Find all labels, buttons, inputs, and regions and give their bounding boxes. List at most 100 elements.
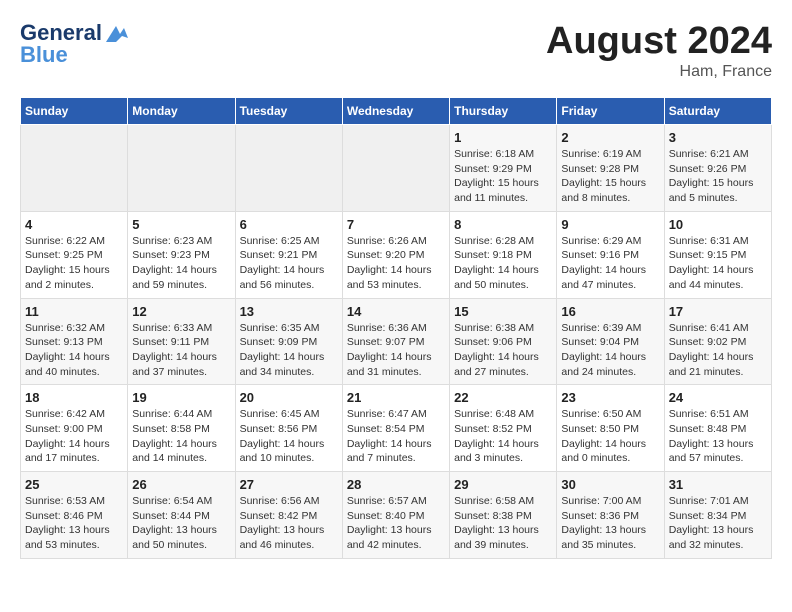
- day-info: Sunrise: 6:56 AM Sunset: 8:42 PM Dayligh…: [240, 494, 338, 553]
- day-number: 31: [669, 477, 767, 492]
- col-header-tuesday: Tuesday: [235, 98, 342, 125]
- calendar-cell: 18 Sunrise: 6:42 AM Sunset: 9:00 PM Dayli…: [21, 385, 128, 472]
- calendar-cell: 15 Sunrise: 6:38 AM Sunset: 9:06 PM Dayli…: [450, 298, 557, 385]
- day-info: Sunrise: 6:45 AM Sunset: 8:56 PM Dayligh…: [240, 407, 338, 466]
- calendar-cell: 27 Sunrise: 6:56 AM Sunset: 8:42 PM Dayli…: [235, 472, 342, 559]
- logo-blue: Blue: [20, 42, 68, 68]
- day-number: 16: [561, 304, 659, 319]
- calendar-cell: 23 Sunrise: 6:50 AM Sunset: 8:50 PM Dayli…: [557, 385, 664, 472]
- logo-bird-icon: [106, 24, 128, 42]
- calendar-week-5: 25Sunrise: 6:53 AM Sunset: 8:46 PM Dayli…: [21, 472, 772, 559]
- calendar-cell: 24 Sunrise: 6:51 AM Sunset: 8:48 PM Dayli…: [664, 385, 771, 472]
- col-header-thursday: Thursday: [450, 98, 557, 125]
- calendar-cell: 11Sunrise: 6:32 AM Sunset: 9:13 PM Dayli…: [21, 298, 128, 385]
- day-info: Sunrise: 6:22 AM Sunset: 9:25 PM Dayligh…: [25, 234, 123, 293]
- calendar-week-2: 4 Sunrise: 6:22 AM Sunset: 9:25 PM Daylig…: [21, 211, 772, 298]
- day-info: Sunrise: 6:47 AM Sunset: 8:54 PM Dayligh…: [347, 407, 445, 466]
- day-number: 1: [454, 130, 552, 145]
- day-info: Sunrise: 6:42 AM Sunset: 9:00 PM Dayligh…: [25, 407, 123, 466]
- day-info: Sunrise: 6:54 AM Sunset: 8:44 PM Dayligh…: [132, 494, 230, 553]
- day-info: Sunrise: 6:39 AM Sunset: 9:04 PM Dayligh…: [561, 321, 659, 380]
- day-info: Sunrise: 6:25 AM Sunset: 9:21 PM Dayligh…: [240, 234, 338, 293]
- day-number: 23: [561, 390, 659, 405]
- day-number: 15: [454, 304, 552, 319]
- col-header-saturday: Saturday: [664, 98, 771, 125]
- calendar-week-3: 11Sunrise: 6:32 AM Sunset: 9:13 PM Dayli…: [21, 298, 772, 385]
- logo: General Blue: [20, 20, 128, 68]
- main-title: August 2024: [546, 20, 772, 63]
- day-info: Sunrise: 6:36 AM Sunset: 9:07 PM Dayligh…: [347, 321, 445, 380]
- calendar-cell: 28 Sunrise: 6:57 AM Sunset: 8:40 PM Dayli…: [342, 472, 449, 559]
- calendar-cell: [342, 125, 449, 212]
- calendar-cell: 29 Sunrise: 6:58 AM Sunset: 8:38 PM Dayli…: [450, 472, 557, 559]
- day-info: Sunrise: 6:31 AM Sunset: 9:15 PM Dayligh…: [669, 234, 767, 293]
- calendar-cell: [128, 125, 235, 212]
- calendar-cell: 31 Sunrise: 7:01 AM Sunset: 8:34 PM Dayli…: [664, 472, 771, 559]
- day-number: 26: [132, 477, 230, 492]
- day-info: Sunrise: 6:48 AM Sunset: 8:52 PM Dayligh…: [454, 407, 552, 466]
- day-number: 28: [347, 477, 445, 492]
- calendar-cell: 19 Sunrise: 6:44 AM Sunset: 8:58 PM Dayli…: [128, 385, 235, 472]
- day-number: 3: [669, 130, 767, 145]
- day-number: 17: [669, 304, 767, 319]
- calendar-cell: 3 Sunrise: 6:21 AM Sunset: 9:26 PM Daylig…: [664, 125, 771, 212]
- day-number: 4: [25, 217, 123, 232]
- day-number: 6: [240, 217, 338, 232]
- day-number: 24: [669, 390, 767, 405]
- calendar-cell: 25Sunrise: 6:53 AM Sunset: 8:46 PM Dayli…: [21, 472, 128, 559]
- day-number: 14: [347, 304, 445, 319]
- calendar-cell: 5Sunrise: 6:23 AM Sunset: 9:23 PM Daylig…: [128, 211, 235, 298]
- day-number: 19: [132, 390, 230, 405]
- calendar-cell: 22 Sunrise: 6:48 AM Sunset: 8:52 PM Dayli…: [450, 385, 557, 472]
- day-info: Sunrise: 6:53 AM Sunset: 8:46 PM Dayligh…: [25, 494, 123, 553]
- calendar-cell: 12 Sunrise: 6:33 AM Sunset: 9:11 PM Dayli…: [128, 298, 235, 385]
- page-header: General Blue August 2024 Ham, France: [20, 20, 772, 81]
- calendar-cell: 16 Sunrise: 6:39 AM Sunset: 9:04 PM Dayli…: [557, 298, 664, 385]
- day-number: 7: [347, 217, 445, 232]
- col-header-friday: Friday: [557, 98, 664, 125]
- day-number: 22: [454, 390, 552, 405]
- day-info: Sunrise: 6:32 AM Sunset: 9:13 PM Dayligh…: [25, 321, 123, 380]
- day-info: Sunrise: 6:41 AM Sunset: 9:02 PM Dayligh…: [669, 321, 767, 380]
- calendar-cell: [235, 125, 342, 212]
- day-info: Sunrise: 6:18 AM Sunset: 9:29 PM Dayligh…: [454, 147, 552, 206]
- calendar-week-4: 18 Sunrise: 6:42 AM Sunset: 9:00 PM Dayli…: [21, 385, 772, 472]
- day-number: 27: [240, 477, 338, 492]
- day-number: 29: [454, 477, 552, 492]
- day-number: 12: [132, 304, 230, 319]
- calendar-cell: 10Sunrise: 6:31 AM Sunset: 9:15 PM Dayli…: [664, 211, 771, 298]
- calendar-cell: 7Sunrise: 6:26 AM Sunset: 9:20 PM Daylig…: [342, 211, 449, 298]
- day-info: Sunrise: 6:44 AM Sunset: 8:58 PM Dayligh…: [132, 407, 230, 466]
- calendar-cell: 30 Sunrise: 7:00 AM Sunset: 8:36 PM Dayli…: [557, 472, 664, 559]
- day-info: Sunrise: 7:01 AM Sunset: 8:34 PM Dayligh…: [669, 494, 767, 553]
- subtitle: Ham, France: [546, 63, 772, 81]
- calendar-cell: 2Sunrise: 6:19 AM Sunset: 9:28 PM Daylig…: [557, 125, 664, 212]
- day-info: Sunrise: 6:51 AM Sunset: 8:48 PM Dayligh…: [669, 407, 767, 466]
- day-info: Sunrise: 6:19 AM Sunset: 9:28 PM Dayligh…: [561, 147, 659, 206]
- day-info: Sunrise: 7:00 AM Sunset: 8:36 PM Dayligh…: [561, 494, 659, 553]
- day-info: Sunrise: 6:38 AM Sunset: 9:06 PM Dayligh…: [454, 321, 552, 380]
- col-header-sunday: Sunday: [21, 98, 128, 125]
- day-number: 9: [561, 217, 659, 232]
- day-info: Sunrise: 6:58 AM Sunset: 8:38 PM Dayligh…: [454, 494, 552, 553]
- day-info: Sunrise: 6:57 AM Sunset: 8:40 PM Dayligh…: [347, 494, 445, 553]
- calendar-cell: 20 Sunrise: 6:45 AM Sunset: 8:56 PM Dayli…: [235, 385, 342, 472]
- calendar-cell: 4 Sunrise: 6:22 AM Sunset: 9:25 PM Daylig…: [21, 211, 128, 298]
- day-info: Sunrise: 6:33 AM Sunset: 9:11 PM Dayligh…: [132, 321, 230, 380]
- calendar-cell: 6 Sunrise: 6:25 AM Sunset: 9:21 PM Daylig…: [235, 211, 342, 298]
- day-info: Sunrise: 6:28 AM Sunset: 9:18 PM Dayligh…: [454, 234, 552, 293]
- calendar-cell: 17 Sunrise: 6:41 AM Sunset: 9:02 PM Dayli…: [664, 298, 771, 385]
- day-info: Sunrise: 6:50 AM Sunset: 8:50 PM Dayligh…: [561, 407, 659, 466]
- calendar-cell: 14 Sunrise: 6:36 AM Sunset: 9:07 PM Dayli…: [342, 298, 449, 385]
- day-number: 21: [347, 390, 445, 405]
- day-number: 20: [240, 390, 338, 405]
- col-header-monday: Monday: [128, 98, 235, 125]
- day-info: Sunrise: 6:29 AM Sunset: 9:16 PM Dayligh…: [561, 234, 659, 293]
- calendar-week-1: 1 Sunrise: 6:18 AM Sunset: 9:29 PM Daylig…: [21, 125, 772, 212]
- calendar-table: SundayMondayTuesdayWednesdayThursdayFrid…: [20, 97, 772, 559]
- day-number: 18: [25, 390, 123, 405]
- day-number: 30: [561, 477, 659, 492]
- day-info: Sunrise: 6:21 AM Sunset: 9:26 PM Dayligh…: [669, 147, 767, 206]
- day-info: Sunrise: 6:35 AM Sunset: 9:09 PM Dayligh…: [240, 321, 338, 380]
- day-number: 5: [132, 217, 230, 232]
